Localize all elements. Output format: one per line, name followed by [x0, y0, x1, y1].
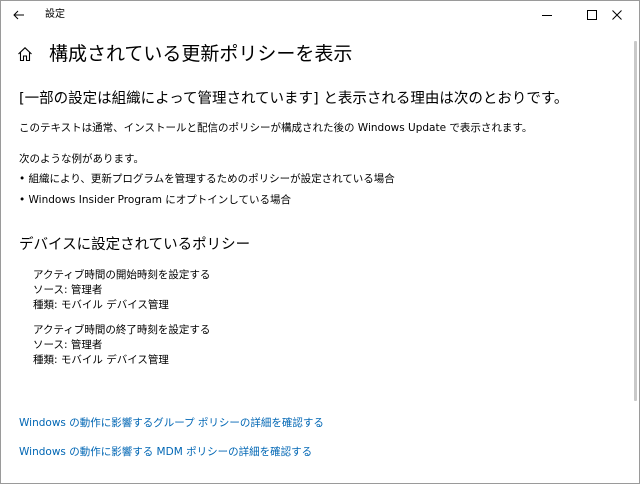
home-icon — [18, 47, 32, 62]
close-icon — [612, 10, 622, 20]
window-title: 設定 — [45, 9, 65, 20]
home-button[interactable] — [15, 44, 35, 64]
page-header: 構成されている更新ポリシーを表示 — [15, 41, 352, 67]
group-policy-link[interactable]: Windows の動作に影響するグループ ポリシーの詳細を確認する — [19, 416, 324, 430]
policy-item: アクティブ時間の開始時刻を設定する ソース: 管理者 種類: モバイル デバイス… — [33, 268, 210, 313]
back-button[interactable] — [1, 1, 37, 29]
page-title: 構成されている更新ポリシーを表示 — [49, 43, 353, 65]
policy-type: 種類: モバイル デバイス管理 — [33, 299, 169, 311]
settings-window: 設定 構成されている更新ポリシーを表示 [一部の設定は組織によって管理されていま… — [0, 0, 640, 484]
policy-source: ソース: 管理者 — [33, 339, 103, 351]
reason-description: このテキストは通常、インストールと配信のポリシーが構成された後の Windows… — [19, 122, 533, 134]
policy-item: アクティブ時間の終了時刻を設定する ソース: 管理者 種類: モバイル デバイス… — [33, 323, 210, 368]
examples-label: 次のような例があります。 — [19, 153, 144, 165]
policy-type: 種類: モバイル デバイス管理 — [33, 354, 169, 366]
policy-name: アクティブ時間の開始時刻を設定する — [33, 269, 211, 281]
example-bullet-1: • 組織により、更新プログラムを管理するためのポリシーが設定されている場合 — [19, 173, 395, 185]
close-button[interactable] — [594, 1, 639, 29]
scrollbar[interactable] — [634, 41, 637, 401]
policy-name: アクティブ時間の終了時刻を設定する — [33, 324, 211, 336]
mdm-policy-link[interactable]: Windows の動作に影響する MDM ポリシーの詳細を確認する — [19, 445, 312, 459]
minimize-button[interactable] — [524, 1, 570, 29]
policy-source: ソース: 管理者 — [33, 284, 103, 296]
title-bar: 設定 — [1, 1, 639, 29]
policies-heading: デバイスに設定されているポリシー — [19, 237, 251, 253]
example-bullet-2: • Windows Insider Program にオプトインしている場合 — [19, 194, 291, 206]
back-arrow-icon — [13, 10, 24, 20]
reason-heading: [一部の設定は組織によって管理されています] と表示される理由は次のとおりです。 — [19, 91, 569, 107]
minimize-icon — [542, 15, 552, 16]
